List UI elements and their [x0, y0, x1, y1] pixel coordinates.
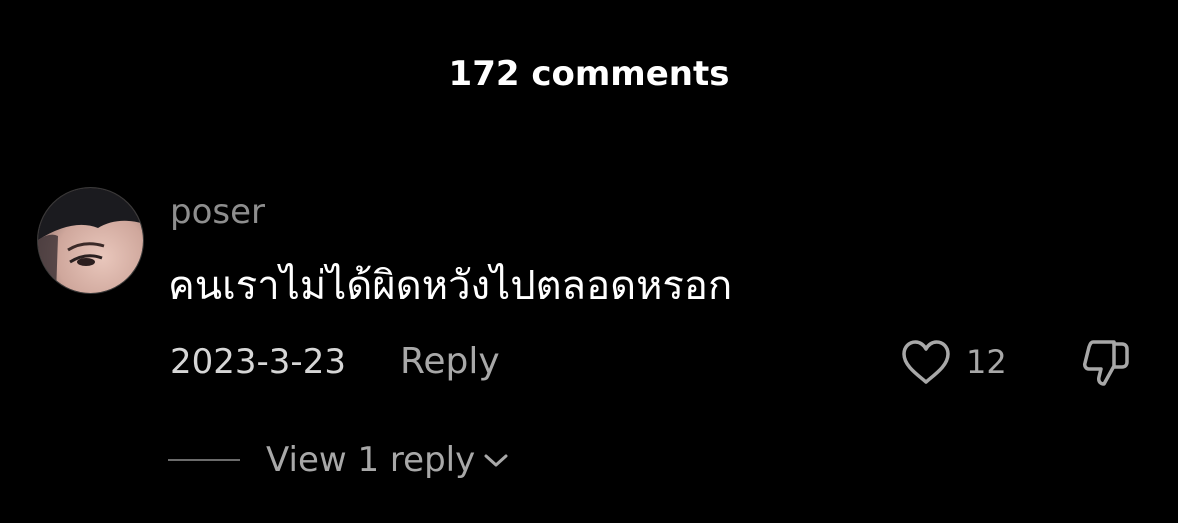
reply-button[interactable]: Reply [400, 340, 500, 384]
like-button[interactable]: 12 [900, 336, 1007, 388]
comment-date: 2023-3-23 [170, 342, 346, 382]
view-replies-button[interactable]: View 1 reply [168, 436, 509, 484]
avatar[interactable] [37, 187, 144, 294]
dislike-button[interactable] [1080, 336, 1134, 390]
thumbs-down-icon [1083, 340, 1129, 386]
chevron-down-icon [483, 451, 509, 469]
view-replies-label: View 1 reply [266, 440, 476, 480]
like-count: 12 [966, 343, 1007, 381]
heart-icon [902, 340, 950, 384]
comment-text: คนเราไม่ได้ผิดหวังไปตลอดหรอก [168, 263, 733, 309]
avatar-image [38, 188, 143, 293]
comment-username[interactable]: poser [170, 190, 265, 234]
reply-thread-divider [168, 459, 240, 461]
comments-count-title: 172 comments [448, 54, 730, 94]
